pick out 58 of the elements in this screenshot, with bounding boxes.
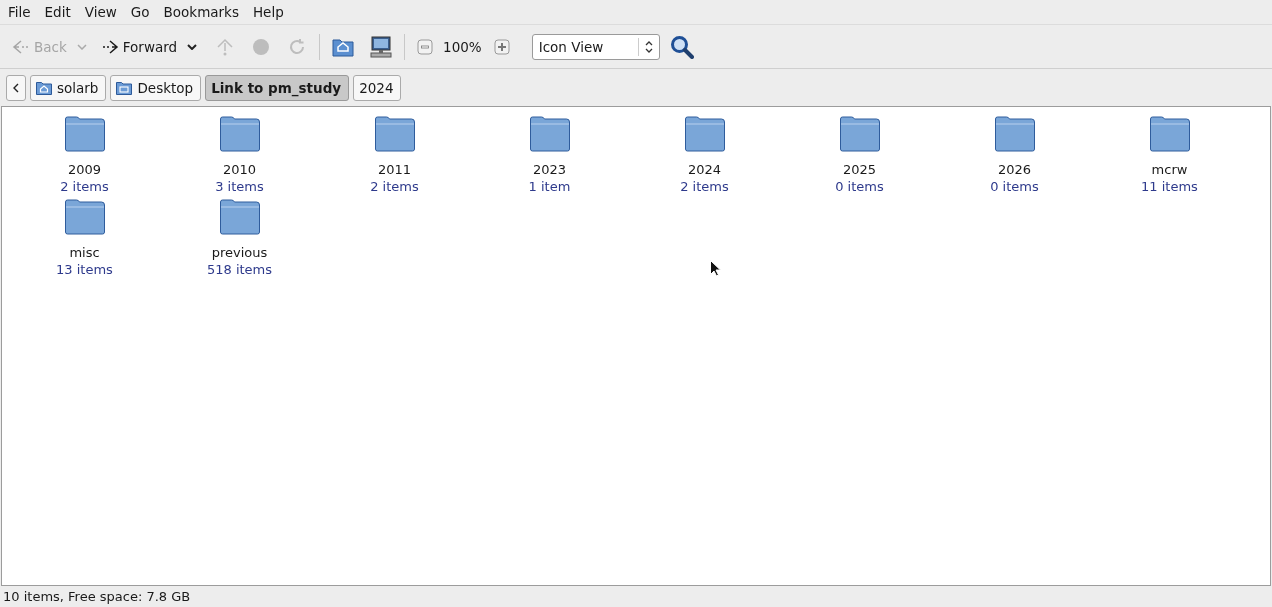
zoom-in-icon[interactable] [493,38,510,55]
folder-icon[interactable] [62,198,107,236]
item-count: 2 items [680,178,729,196]
folder-icon[interactable] [217,115,262,153]
item-count: 0 items [990,178,1039,196]
item-count: 2 items [60,178,109,196]
item-count: 1 item [528,178,571,196]
menu-item[interactable]: File [1,4,38,20]
computer-icon[interactable] [370,35,393,58]
spinner-arrows-icon [644,40,653,53]
folder-name[interactable]: 2011 [377,161,412,178]
folder-name[interactable]: 2024 [687,161,722,178]
folder-name[interactable]: 2009 [67,161,102,178]
zoom-level: 100% [443,38,482,55]
path-crumb[interactable]: Link to pm_study [205,74,350,101]
folder-name[interactable]: 2026 [997,161,1032,178]
item-count: 11 items [1141,178,1198,196]
folder-icon[interactable] [62,115,107,153]
item-count: 13 items [56,261,113,279]
item-count: 3 items [215,178,264,196]
path-crumb[interactable]: Desktop [110,74,202,101]
folder-icon[interactable] [1147,115,1192,153]
path-crumb[interactable]: 2024 [353,74,402,101]
forward-button[interactable]: Forward [96,38,182,55]
status-text: 10 items, Free space: 7.8 GB [3,589,191,604]
item-count: 518 items [206,261,273,279]
folder-icon[interactable] [217,198,262,236]
folder-icon[interactable] [992,115,1037,153]
folder-name[interactable]: misc [69,244,100,261]
folder-icon[interactable] [527,115,572,153]
folder-icon[interactable] [372,115,417,153]
desktop-folder-icon [116,80,133,95]
item-count: 2 items [370,178,419,196]
caret-icon[interactable] [187,43,198,50]
menu-item[interactable]: View [77,4,124,20]
menu-item[interactable]: Edit [37,4,78,20]
folder-name[interactable]: 2010 [222,161,257,178]
chevron-left-icon [13,82,19,93]
forward-arrow-icon [100,38,119,55]
home-folder-icon [36,80,52,95]
folder-name[interactable]: 2023 [532,161,567,178]
path-back-button[interactable] [6,74,26,101]
back-arrow-icon [12,38,30,55]
folder-name[interactable]: previous [211,244,268,261]
folder-name[interactable]: mcrw [1151,161,1188,178]
mouse-cursor-icon [710,260,721,277]
home-folder-icon[interactable] [332,36,355,57]
menu-item[interactable]: Go [123,4,157,20]
item-count: 0 items [835,178,884,196]
folder-icon[interactable] [682,115,727,153]
path-crumb[interactable]: solarb [30,74,107,101]
search-icon[interactable] [669,34,694,59]
view-mode-dropdown[interactable]: Icon View [531,33,660,60]
folder-name[interactable]: 2025 [842,161,877,178]
zoom-out-icon[interactable] [417,38,434,55]
menu-item[interactable]: Bookmarks [156,4,246,20]
folder-icon[interactable] [837,115,882,153]
menu-item[interactable]: Help [245,4,291,20]
